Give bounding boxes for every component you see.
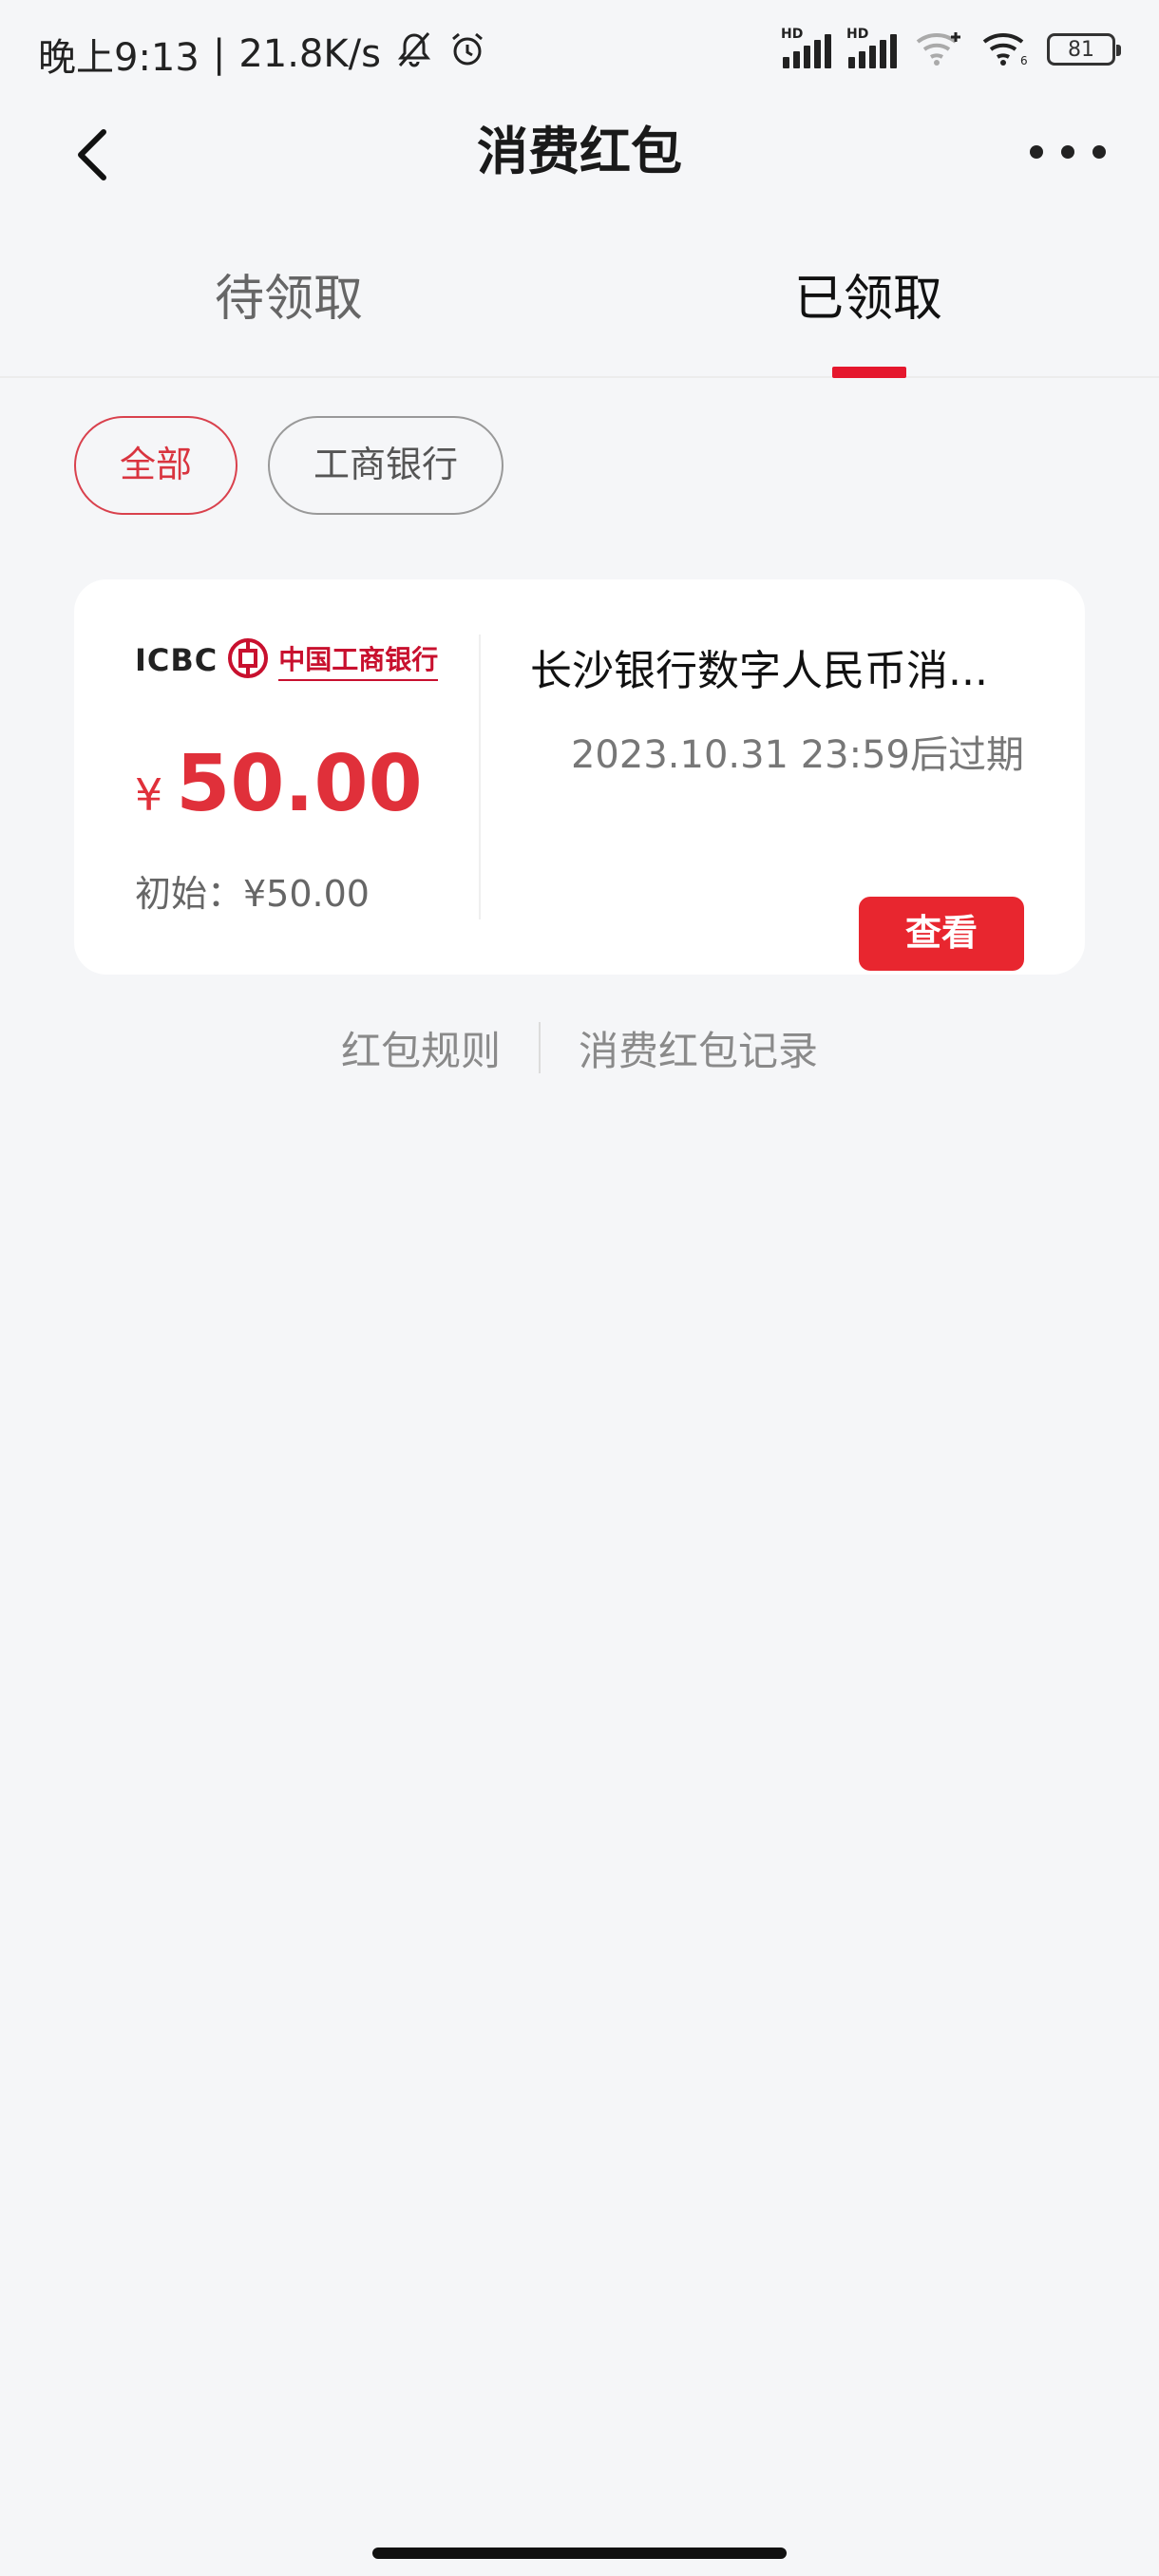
status-time: 晚上9:13	[38, 36, 200, 80]
status-right: HD HD 6 81	[781, 27, 1121, 70]
filter-icbc-chip[interactable]: 工商银行	[268, 416, 504, 515]
coupon-amount: ¥ 50.00	[135, 739, 423, 829]
records-link[interactable]: 消费红包记录	[541, 1019, 856, 1077]
bank-logo-cn: 中国工商银行	[278, 639, 439, 681]
filter-chips: 全部 工商银行	[74, 416, 504, 515]
footer-links: 红包规则 消费红包记录	[0, 1014, 1159, 1081]
wifi-off-icon	[914, 28, 963, 70]
nav-bar: 消费红包	[0, 104, 1159, 218]
icbc-emblem-icon	[227, 637, 269, 683]
svg-text:6: 6	[1020, 54, 1028, 66]
signal-1-label: HD	[781, 27, 804, 42]
battery-icon: 81	[1047, 33, 1121, 66]
network-speed: 21.8K/s	[238, 32, 381, 76]
more-dot-icon	[1092, 145, 1106, 159]
more-dot-icon	[1061, 145, 1074, 159]
status-separator: |	[212, 32, 226, 76]
coupon-name: 长沙银行数字人民币消...	[530, 647, 988, 695]
view-button[interactable]: 查看	[859, 897, 1024, 971]
bank-logo: ICBC 中国工商银行	[135, 636, 505, 684]
card-divider	[479, 635, 481, 919]
expire-text: 2023.10.31 23:59后过期	[570, 733, 1024, 777]
filter-all-chip[interactable]: 全部	[74, 416, 238, 515]
screen: 晚上9:13 | 21.8K/s HD HD 6 81 消费红包 待领取 已领取…	[0, 0, 1159, 2576]
tab-received[interactable]: 已领取	[678, 247, 1058, 376]
more-dot-icon	[1030, 145, 1043, 159]
wifi-icon: 6	[980, 28, 1030, 70]
coupon-left: ICBC 中国工商银行 ¥ 50.00 初始：¥50.00	[135, 636, 505, 921]
initial-amount: 初始：¥50.00	[135, 873, 370, 915]
battery-level: 81	[1068, 37, 1094, 62]
more-button[interactable]	[1030, 133, 1106, 171]
signal-2-icon: HD	[846, 27, 897, 68]
status-bar: 晚上9:13 | 21.8K/s HD HD 6 81	[0, 0, 1159, 104]
rules-link[interactable]: 红包规则	[303, 1019, 539, 1077]
mute-bell-icon	[394, 29, 434, 79]
signal-2-label: HD	[846, 27, 869, 42]
page-title: 消费红包	[477, 122, 682, 181]
coupon-right: 长沙银行数字人民币消... 2023.10.31 23:59后过期 查看	[530, 636, 1024, 971]
currency-symbol: ¥	[135, 769, 163, 821]
home-indicator[interactable]	[372, 2548, 787, 2559]
status-left: 晚上9:13 | 21.8K/s	[38, 27, 487, 82]
coupon-card[interactable]: ICBC 中国工商银行 ¥ 50.00 初始：¥50.00 长沙银行数字人民币消…	[74, 579, 1085, 975]
tab-active-indicator	[832, 367, 906, 378]
tab-bar: 待领取 已领取	[0, 247, 1159, 378]
bank-logo-en: ICBC	[135, 642, 218, 678]
signal-1-icon: HD	[781, 27, 831, 68]
tab-pending[interactable]: 待领取	[99, 247, 479, 376]
amount-value: 50.00	[176, 739, 423, 829]
alarm-icon	[447, 29, 487, 79]
